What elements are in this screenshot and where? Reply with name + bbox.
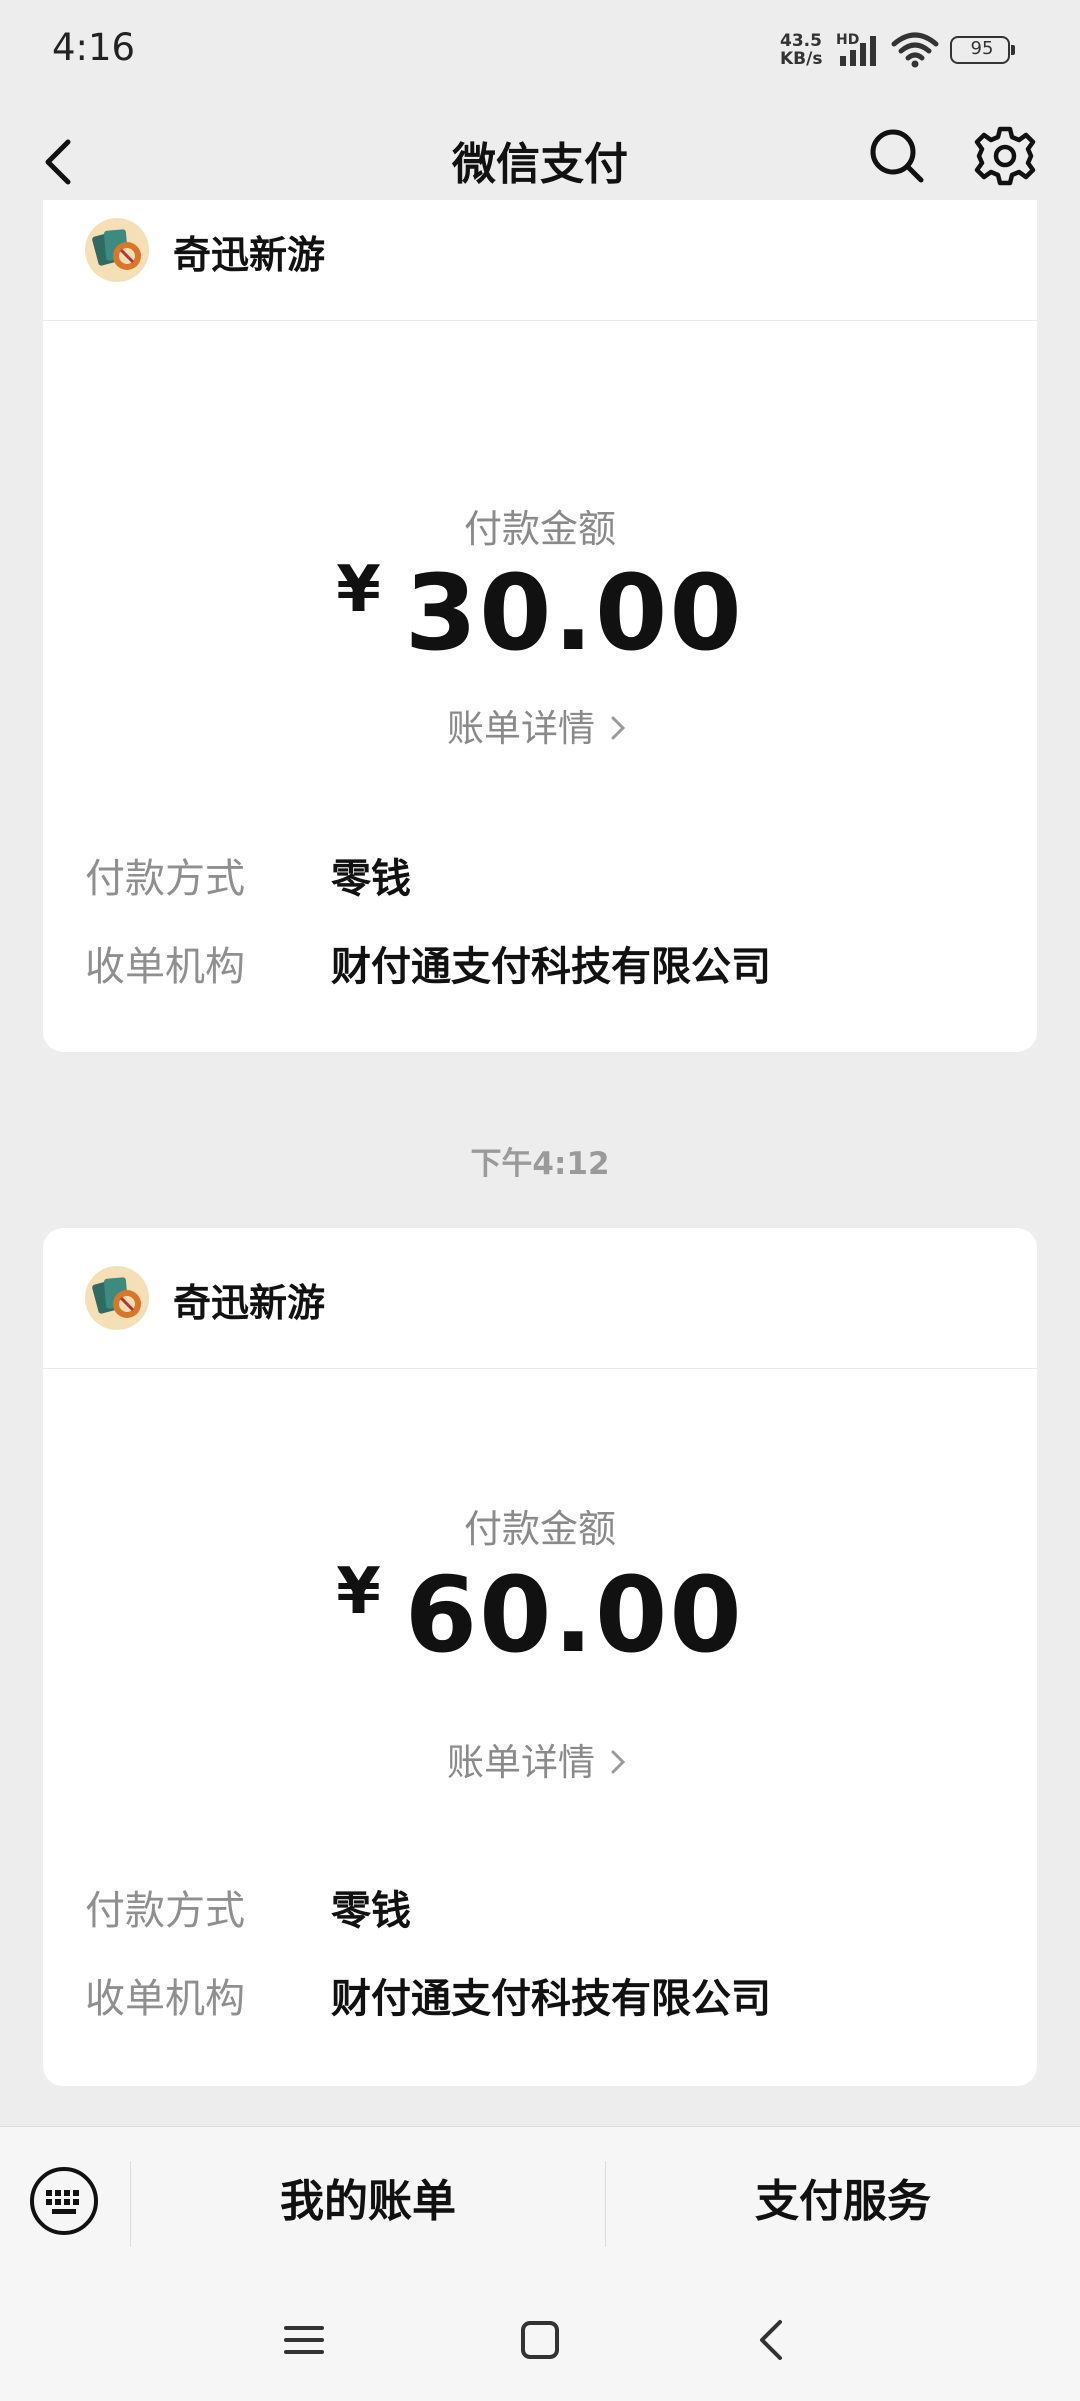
payment-amount: ¥30.00 [43,552,1037,674]
payment-method-value: 零钱 [331,1888,411,1934]
acquirer-row: 收单机构 财付通支付科技有限公司 [85,1966,1005,2026]
battery-cap [1011,45,1015,55]
battery-level: 95 [970,38,994,59]
payment-method-label: 付款方式 [85,1888,245,1934]
currency-symbol: ¥ [336,553,381,627]
card-header: 奇迅新游 [43,1228,1037,1369]
acquirer-row: 收单机构 财付通支付科技有限公司 [85,934,1005,994]
menu-icon[interactable] [278,2314,330,2366]
payment-card[interactable]: 奇迅新游 付款金额 ¥30.00 账单详情 付款方式 零钱 收单机构 财付通支付… [43,200,1037,1052]
bill-detail-link[interactable]: 账单详情 [43,698,1037,752]
payment-method-row: 付款方式 零钱 [85,1878,1005,1938]
gear-icon[interactable] [974,125,1036,187]
bill-detail-label: 账单详情 [447,707,595,750]
wifi-icon [891,32,939,68]
payment-method-label: 付款方式 [85,856,245,902]
acquirer-label: 收单机构 [85,944,245,990]
battery-indicator: 95 [950,36,1015,64]
chevron-right-icon [611,1750,626,1774]
keyboard-icon[interactable] [28,2165,100,2237]
network-speed: 43.5 KB/s [780,32,822,68]
timestamp: 下午4:12 [470,1146,610,1182]
amount-label: 付款金额 [463,507,616,551]
acquirer-value: 财付通支付科技有限公司 [331,1976,771,2022]
system-nav-bar [0,2290,1080,2380]
back-arrow-icon[interactable] [34,126,84,196]
payment-method-row: 付款方式 零钱 [85,846,1005,906]
back-icon[interactable] [748,2314,800,2366]
merchant-name: 奇迅新游 [173,233,326,277]
merchant-logo [85,1266,149,1330]
network-speed-value: 43.5 [780,31,822,51]
bill-detail-link[interactable]: 账单详情 [43,1732,1037,1786]
bill-detail-label: 账单详情 [447,1741,595,1784]
home-icon[interactable] [514,2314,566,2366]
network-speed-unit: KB/s [780,49,823,69]
merchant-logo [85,218,149,282]
currency-symbol: ¥ [336,1555,381,1629]
amount-value: 30.00 [404,552,744,674]
payment-card[interactable]: 奇迅新游 付款金额 ¥60.00 账单详情 付款方式 零钱 收单机构 财付通支付… [43,1228,1037,2086]
merchant-name: 奇迅新游 [173,1281,326,1325]
my-bills-button[interactable]: 我的账单 [131,2127,605,2277]
pay-services-button[interactable]: 支付服务 [606,2127,1080,2277]
payment-amount: ¥60.00 [43,1554,1037,1676]
chevron-right-icon [611,716,626,740]
status-time: 4:16 [52,26,136,69]
search-icon[interactable] [866,125,926,185]
card-header: 奇迅新游 [43,200,1037,321]
amount-label: 付款金额 [463,1507,616,1551]
payment-method-value: 零钱 [331,856,411,902]
acquirer-label: 收单机构 [85,1976,245,2022]
signal-icon [840,36,876,66]
status-bar: 4:16 43.5 KB/s HD 95 [0,0,1080,100]
amount-value: 60.00 [404,1554,744,1676]
acquirer-value: 财付通支付科技有限公司 [331,944,771,990]
